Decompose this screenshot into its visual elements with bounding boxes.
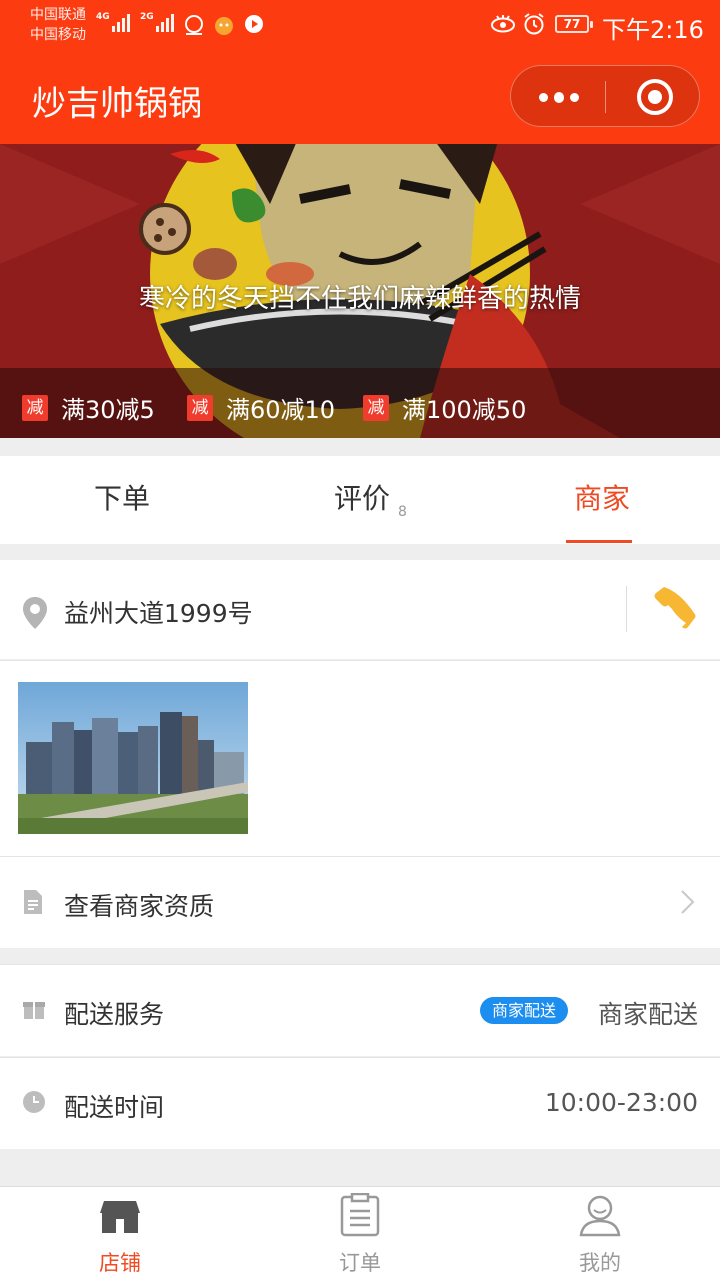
tabbar-shop-label: 店铺 (99, 1251, 141, 1275)
tabbar-mine-label: 我的 (579, 1251, 621, 1275)
app-notification-icon (185, 15, 203, 35)
more-options-button[interactable] (539, 66, 579, 128)
divider (626, 586, 627, 632)
location-pin-icon (23, 597, 47, 629)
shop-tabs: 下单 评价 8 商家 (0, 456, 720, 544)
shop-icon (100, 1201, 140, 1233)
status-bar: 中国联通 中国移动 4G 2G 77 下午2:16 (0, 0, 720, 50)
delivery-service-value: 商家配送 (597, 1000, 698, 1029)
city-skyline-image (18, 682, 248, 834)
eye-icon (491, 15, 515, 33)
tabbar-shop[interactable]: 店铺 (0, 1187, 240, 1280)
alarm-icon (524, 13, 544, 35)
shop-photo[interactable] (18, 682, 248, 834)
app-notification-icon (215, 17, 233, 35)
shop-photo-row (0, 660, 720, 856)
clock: 下午2:16 (602, 16, 704, 44)
tabbar-orders[interactable]: 订单 (240, 1187, 480, 1280)
tab-reviews[interactable]: 评价 8 (334, 456, 407, 544)
discount-tag: 减 (187, 394, 213, 421)
carrier-1: 中国联通 (30, 7, 86, 23)
clock-icon (23, 1091, 45, 1113)
tab-reviews-label: 评价 (334, 482, 391, 515)
review-count: 8 (398, 504, 407, 520)
carrier-2: 中国移动 (30, 27, 86, 43)
phone-call-button[interactable] (654, 585, 696, 629)
tabbar-mine[interactable]: 我的 (480, 1187, 720, 1280)
delivery-service-label: 配送服务 (64, 1000, 165, 1029)
tab-order[interactable]: 下单 (94, 456, 150, 544)
bottom-tab-bar: 店铺 订单 我的 (0, 1186, 720, 1280)
delivery-service-row: 配送服务 商家配送 (0, 964, 720, 1056)
miniprogram-capsule (510, 65, 700, 127)
battery-indicator: 77 (555, 15, 593, 33)
chevron-right-icon (681, 890, 695, 914)
qualification-label: 查看商家资质 (64, 892, 215, 921)
signal-2-icon (156, 12, 174, 32)
signal-1-icon (112, 12, 130, 32)
discount-tag: 减 (363, 394, 389, 421)
user-profile-icon (579, 1195, 621, 1237)
network-type-1: 4G (96, 12, 110, 22)
network-type-2: 2G (140, 12, 154, 22)
discount-item: 减 满60减10 (187, 390, 335, 425)
merchant-qualification-row[interactable]: 查看商家资质 (0, 856, 720, 948)
discount-text: 满100减50 (402, 396, 527, 424)
play-notification-icon (245, 15, 263, 33)
document-icon (24, 890, 42, 914)
address-row: 益州大道1999号 (0, 560, 720, 659)
discount-text: 满30减5 (61, 396, 155, 424)
discount-item: 减 满100减50 (363, 390, 526, 425)
nav-bar: 炒吉帅锅锅 (0, 50, 720, 144)
delivery-time-value: 10:00-23:00 (544, 1088, 698, 1117)
tabbar-orders-label: 订单 (339, 1251, 381, 1275)
close-miniprogram-button[interactable] (637, 79, 673, 115)
discount-bar: 减 满30减5 减 满60减10 减 满100减50 (0, 368, 720, 438)
tab-order-label: 下单 (94, 482, 151, 515)
carrier-info: 中国联通 中国移动 (30, 5, 86, 45)
delivery-time-row: 配送时间 10:00-23:00 (0, 1057, 720, 1149)
merchant-address: 益州大道1999号 (64, 599, 253, 628)
shop-banner: 寒冷的冬天挡不住我们麻辣鲜香的热情 减 满30减5 减 满60减10 减 满10… (0, 144, 720, 438)
active-tab-indicator (566, 540, 632, 543)
tab-merchant-label: 商家 (574, 482, 631, 515)
discount-item: 减 满30减5 (22, 390, 155, 425)
banner-slogan: 寒冷的冬天挡不住我们麻辣鲜香的热情 (138, 284, 581, 314)
discount-text: 满60减10 (226, 396, 336, 424)
order-list-icon (340, 1193, 380, 1237)
delivery-time-label: 配送时间 (64, 1093, 165, 1122)
gift-icon (23, 1002, 45, 1019)
capsule-divider (605, 81, 606, 113)
delivery-badge: 商家配送 (480, 997, 569, 1024)
tab-merchant[interactable]: 商家 (574, 456, 630, 544)
page-title: 炒吉帅锅锅 (32, 84, 202, 124)
discount-tag: 减 (22, 394, 48, 421)
